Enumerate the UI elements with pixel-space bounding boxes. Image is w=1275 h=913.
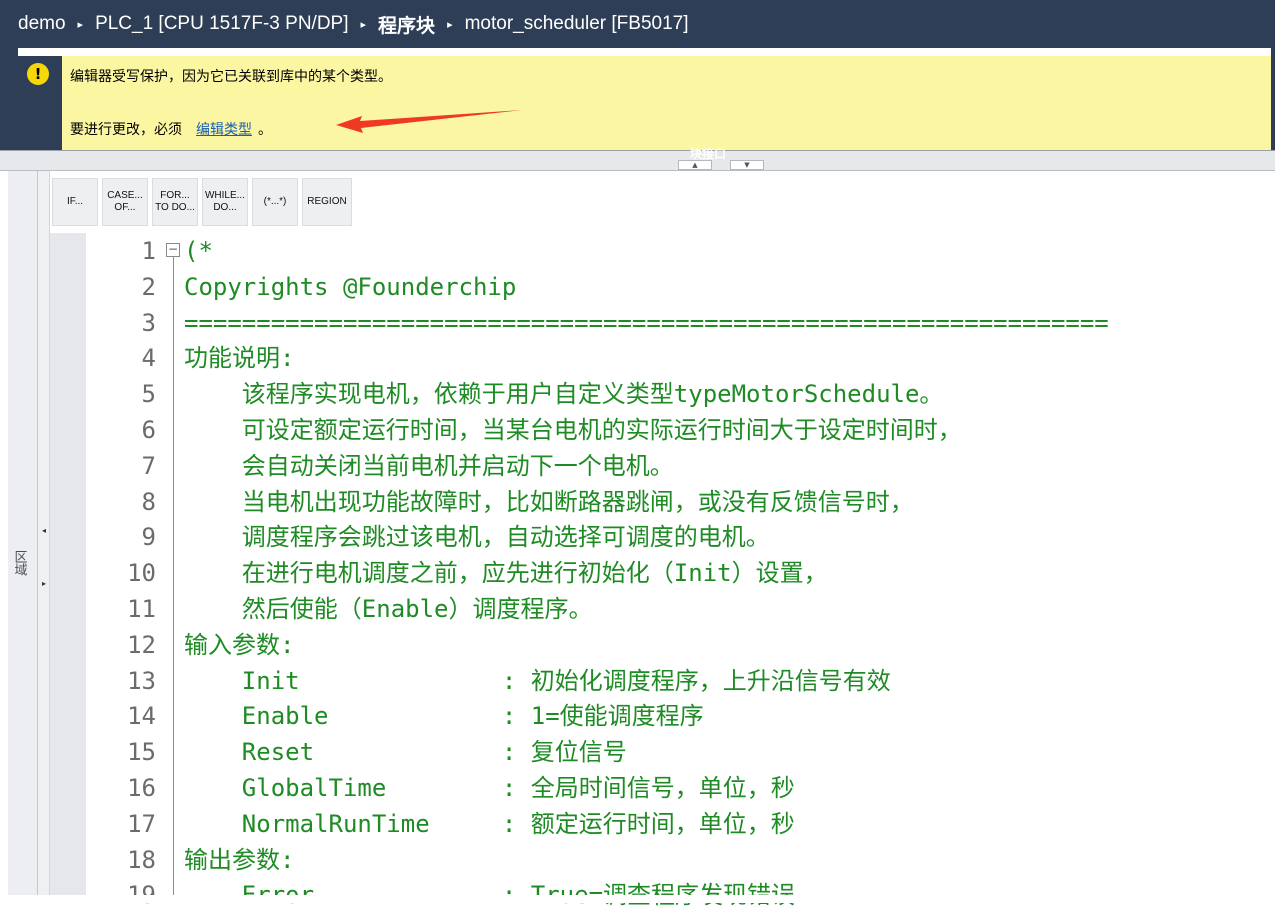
- code-text[interactable]: Reset : 复位信号: [184, 734, 627, 770]
- code-line[interactable]: 17 NormalRunTime : 额定运行时间，单位，秒: [0, 806, 1275, 842]
- code-line[interactable]: 9 调度程序会跳过该电机，自动选择可调度的电机。: [0, 519, 1275, 555]
- exclamation-icon: !: [27, 63, 49, 85]
- line-number: 6: [141, 416, 156, 444]
- line-number: 3: [141, 308, 156, 337]
- line-number: 4: [141, 344, 156, 373]
- line-number: 1: [141, 237, 156, 265]
- line-number: 14: [127, 702, 156, 731]
- breadcrumb-item-project[interactable]: demo: [18, 13, 66, 35]
- chevron-right-icon: ▸: [360, 18, 367, 31]
- editor-bottom-edge: [0, 895, 1275, 903]
- line-number: 5: [141, 380, 156, 409]
- line-number: 13: [127, 666, 156, 695]
- code-line[interactable]: 14 Enable : 1=使能调度程序: [0, 698, 1275, 734]
- line-number: 15: [127, 738, 156, 767]
- while-do-button[interactable]: WHILE... DO...: [202, 178, 248, 226]
- code-text[interactable]: 该程序实现电机，依赖于用户自定义类型typeMotorSchedule。: [184, 376, 944, 412]
- breadcrumb: demo ▸ PLC_1 [CPU 1517F-3 PN/DP] ▸ 程序块 ▸…: [0, 0, 1275, 48]
- warning-action-suffix: 。: [258, 122, 272, 138]
- code-text[interactable]: (*: [184, 233, 213, 269]
- code-line[interactable]: 1 (*: [0, 233, 1275, 269]
- splitter-down-button[interactable]: ▼: [730, 160, 764, 170]
- code-text[interactable]: Copyrights @Founderchip: [184, 269, 516, 305]
- comment-block-button[interactable]: (*...*): [252, 178, 298, 226]
- code-text[interactable]: Init : 初始化调度程序，上升沿信号有效: [184, 663, 891, 699]
- splitter-up-button[interactable]: ▲: [678, 160, 712, 170]
- line-number: 16: [127, 774, 156, 802]
- case-of-button[interactable]: CASE... OF...: [102, 178, 148, 226]
- code-line[interactable]: 8 当电机出现功能故障时，比如断路器跳闸，或没有反馈信号时，: [0, 484, 1275, 520]
- line-number: 11: [127, 595, 156, 623]
- interface-splitter[interactable]: [0, 150, 1275, 171]
- left-border: [0, 48, 18, 150]
- code-text[interactable]: 会自动关闭当前电机并启动下一个电机。: [184, 448, 674, 484]
- code-line[interactable]: 12 输入参数:: [0, 627, 1275, 663]
- code-line[interactable]: 3 =======================================…: [0, 305, 1275, 341]
- breadcrumb-item-block[interactable]: motor_scheduler [FB5017]: [465, 13, 689, 35]
- right-border: [1271, 48, 1275, 150]
- line-number: 7: [141, 451, 156, 480]
- line-number: 8: [141, 487, 156, 516]
- code-text[interactable]: 调度程序会跳过该电机，自动选择可调度的电机。: [184, 519, 770, 555]
- code-text[interactable]: GlobalTime : 全局时间信号，单位，秒: [184, 770, 795, 806]
- line-number: 10: [127, 559, 156, 588]
- code-line[interactable]: 10 在进行电机调度之前，应先进行初始化（Init）设置，: [0, 555, 1275, 591]
- code-line[interactable]: 5 该程序实现电机，依赖于用户自定义类型typeMotorSchedule。: [0, 376, 1275, 412]
- code-line[interactable]: 11 然后使能（Enable）调度程序。: [0, 591, 1275, 627]
- warning-action: 要进行更改，必须 编辑类型。: [70, 119, 272, 139]
- code-line[interactable]: 2 Copyrights @Founderchip: [0, 269, 1275, 305]
- code-line[interactable]: 13 Init : 初始化调度程序，上升沿信号有效: [0, 663, 1275, 699]
- chevron-right-icon: ▸: [447, 18, 453, 31]
- red-arrow-annotation: [336, 110, 522, 133]
- edit-type-link[interactable]: 编辑类型: [196, 122, 252, 138]
- warning-message: 编辑器受写保护，因为它已关联到库中的某个类型。: [70, 69, 392, 85]
- line-number: 9: [141, 523, 156, 552]
- breadcrumb-item-program-blocks[interactable]: 程序块: [378, 11, 435, 38]
- line-number: 18: [127, 845, 156, 874]
- code-text[interactable]: NormalRunTime : 额定运行时间，单位，秒: [184, 806, 795, 842]
- code-text[interactable]: 当电机出现功能故障时，比如断路器跳闸，或没有反馈信号时，: [184, 484, 914, 520]
- line-number: 17: [127, 809, 156, 838]
- breadcrumb-item-plc[interactable]: PLC_1 [CPU 1517F-3 PN/DP]: [95, 13, 348, 35]
- code-text[interactable]: 功能说明:: [184, 340, 294, 376]
- scl-instruction-toolbar: IF... CASE... OF... FOR... TO DO... WHIL…: [52, 178, 352, 226]
- code-line[interactable]: 4 功能说明:: [0, 340, 1275, 376]
- code-text[interactable]: 可设定额定运行时间，当某台电机的实际运行时间大于设定时间时，: [184, 412, 962, 448]
- code-text[interactable]: 在进行电机调度之前，应先进行初始化（Init）设置，: [184, 555, 828, 591]
- code-text[interactable]: 然后使能（Enable）调度程序。: [184, 591, 593, 627]
- chevron-right-icon: ▸: [77, 18, 84, 31]
- code-line[interactable]: 15 Reset : 复位信号: [0, 734, 1275, 770]
- line-number: 2: [141, 272, 156, 301]
- line-number: 12: [127, 630, 156, 659]
- code-text[interactable]: Enable : 1=使能调度程序: [184, 698, 704, 734]
- code-line[interactable]: 16 GlobalTime : 全局时间信号，单位，秒: [0, 770, 1275, 806]
- region-button[interactable]: REGION: [302, 178, 352, 226]
- if-button[interactable]: IF...: [52, 178, 98, 226]
- code-line[interactable]: 18 输出参数:: [0, 842, 1275, 878]
- for-to-do-button[interactable]: FOR... TO DO...: [152, 178, 198, 226]
- code-text[interactable]: 输出参数:: [184, 842, 294, 878]
- code-text[interactable]: ========================================…: [184, 305, 1109, 341]
- code-text[interactable]: 输入参数:: [184, 627, 294, 663]
- code-line[interactable]: 6 可设定额定运行时间，当某台电机的实际运行时间大于设定时间时，: [0, 412, 1275, 448]
- warning-action-prefix: 要进行更改，必须: [70, 122, 182, 138]
- code-line[interactable]: 7 会自动关闭当前电机并启动下一个电机。: [0, 448, 1275, 484]
